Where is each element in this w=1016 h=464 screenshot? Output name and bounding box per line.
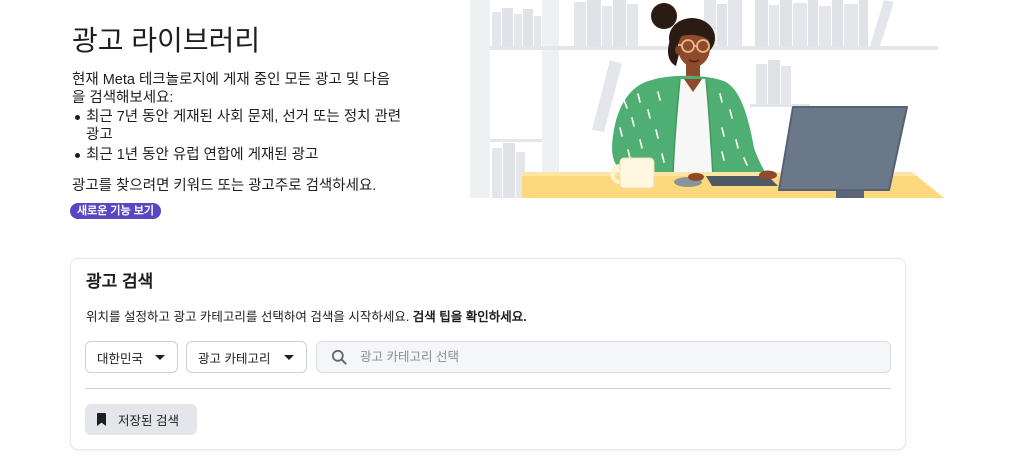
book	[514, 14, 522, 46]
bookshelf-post	[470, 0, 490, 198]
hand	[759, 170, 777, 180]
search-hint-text: 광고를 찾으려면 키워드 또는 광고주로 검색하세요.	[72, 178, 377, 194]
intro-bullet-item: 최근 7년 동안 게재된 사회 문제, 선거 또는 정치 관련 광고	[72, 108, 402, 144]
ad-category-select-value: 광고 카테고리	[198, 351, 271, 366]
bookshelf-post	[542, 0, 559, 198]
intro-bullet-list: 최근 7년 동안 게재된 사회 문제, 선거 또는 정치 관련 광고 최근 1년…	[72, 108, 402, 164]
book	[587, 0, 601, 46]
book	[728, 0, 742, 46]
book	[627, 4, 638, 46]
book	[602, 6, 612, 46]
page-title: 광고 라이브러리	[72, 25, 261, 56]
book	[769, 5, 779, 46]
book	[492, 148, 502, 198]
country-select[interactable]: 대한민국	[85, 341, 178, 373]
search-box[interactable]	[316, 341, 891, 373]
book	[832, 0, 843, 46]
search-icon	[331, 349, 347, 365]
caret-down-icon	[155, 354, 165, 360]
book	[502, 8, 513, 46]
book	[768, 60, 780, 104]
book	[755, 0, 768, 46]
computer-monitor	[778, 106, 908, 198]
country-select-value: 대한민국	[97, 351, 144, 366]
book	[780, 0, 792, 46]
book	[793, 3, 807, 46]
intro-text: 현재 Meta 테크놀로지에 게재 중인 모든 광고 및 다음을 검색해보세요:	[72, 72, 390, 106]
intro-bullet-item: 최근 1년 동안 유럽 연합에 게재된 광고	[72, 146, 402, 164]
ad-search-title: 광고 검색	[86, 272, 154, 291]
search-input[interactable]	[360, 342, 880, 372]
book	[523, 9, 533, 46]
mug-body	[619, 157, 655, 189]
new-features-badge[interactable]: 새로운 기능 보기	[70, 203, 161, 219]
saved-searches-label: 저장된 검색	[118, 414, 179, 428]
ad-search-description: 위치를 설정하고 광고 카테고리를 선택하여 검색을 시작하세요. 검색 팁을 …	[86, 309, 527, 325]
book	[492, 12, 501, 46]
book	[534, 16, 541, 46]
bookmark-icon	[97, 413, 106, 426]
hand	[688, 173, 704, 181]
intro-section: 광고 라이브러리 현재 Meta 테크놀로지에 게재 중인 모든 광고 및 다음…	[70, 22, 402, 219]
book	[808, 0, 818, 46]
book	[781, 66, 791, 104]
book	[859, 0, 868, 46]
ad-search-description-text: 위치를 설정하고 광고 카테고리를 선택하여 검색을 시작하세요.	[86, 310, 410, 324]
ad-search-card: 광고 검색 위치를 설정하고 광고 카테고리를 선택하여 검색을 시작하세요. …	[70, 258, 906, 450]
caret-down-icon	[284, 354, 294, 360]
monitor-screen	[778, 106, 908, 191]
book	[717, 4, 727, 46]
header-illustration	[470, 0, 944, 198]
book	[503, 143, 515, 198]
book	[819, 6, 831, 46]
hair-bun	[651, 3, 677, 29]
search-tips-link[interactable]: 검색 팁을 확인하세요.	[413, 310, 527, 324]
ad-category-select[interactable]: 광고 카테고리	[186, 341, 307, 373]
book	[844, 4, 858, 46]
bookshelf-board	[490, 46, 938, 50]
saved-searches-button[interactable]: 저장된 검색	[85, 404, 197, 435]
ear	[675, 45, 681, 55]
bookshelf-board	[490, 139, 542, 142]
leaning-book	[870, 0, 894, 46]
book	[574, 2, 586, 46]
divider	[85, 388, 891, 389]
book	[756, 64, 767, 104]
book	[613, 0, 626, 46]
